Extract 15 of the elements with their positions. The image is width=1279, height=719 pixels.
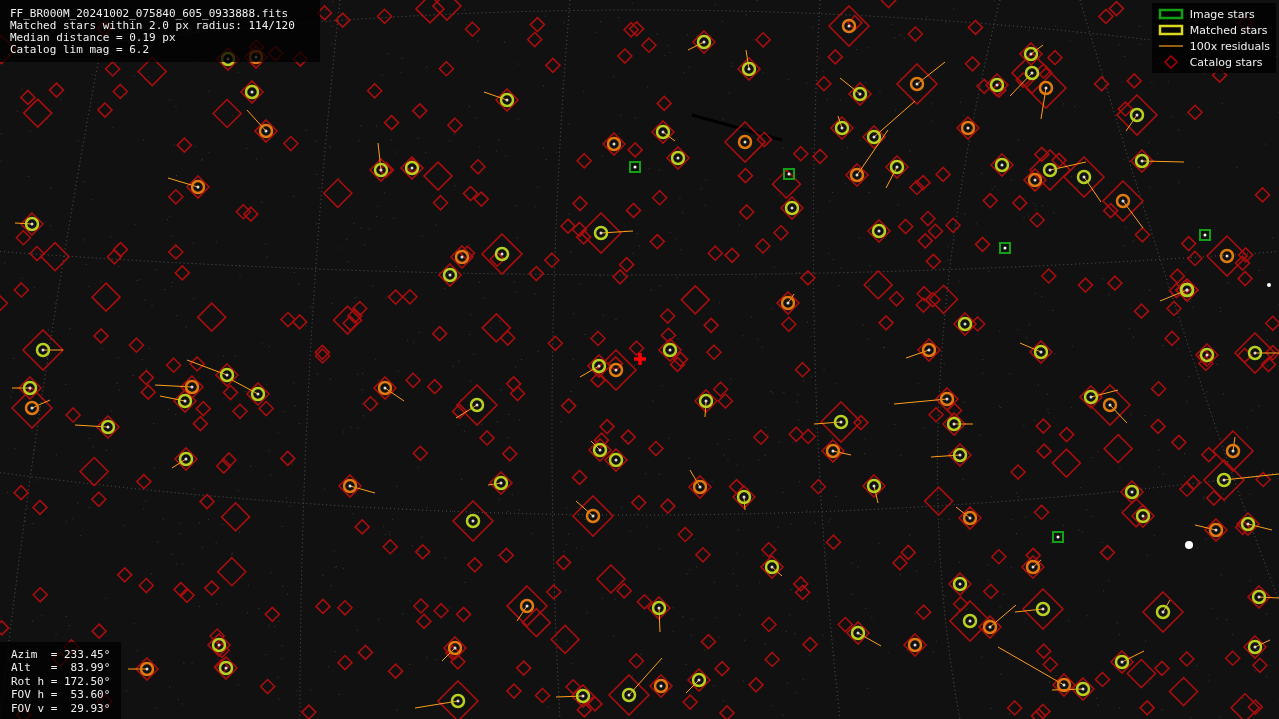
pointing-text: Rot h = 172.50°	[11, 674, 111, 688]
legend-label: Catalog stars	[1189, 55, 1263, 69]
info-text: Catalog lim mag = 6.2	[10, 44, 151, 56]
legend-label: Image stars	[1189, 7, 1255, 21]
pointing-text: FOV h = 53.60°	[11, 688, 111, 702]
pointing-text: Alt = 83.99°	[11, 661, 111, 675]
legend-label: 100x residuals	[1189, 39, 1270, 53]
image-legend-icon	[1157, 7, 1184, 21]
pointing-text: Azim = 233.45°	[11, 647, 111, 661]
pointing-text: FOV v = 29.93°	[11, 701, 111, 715]
info-text: Matched stars within 2.0 px radius: 114/120	[10, 20, 296, 32]
matched-legend-icon	[1157, 23, 1184, 37]
info-text: FF_BR000M_20241002_075840_605_0933888.fits	[10, 8, 290, 20]
info-text: Median distance = 0.19 px	[10, 32, 177, 44]
legend-label: Matched stars	[1189, 23, 1268, 37]
